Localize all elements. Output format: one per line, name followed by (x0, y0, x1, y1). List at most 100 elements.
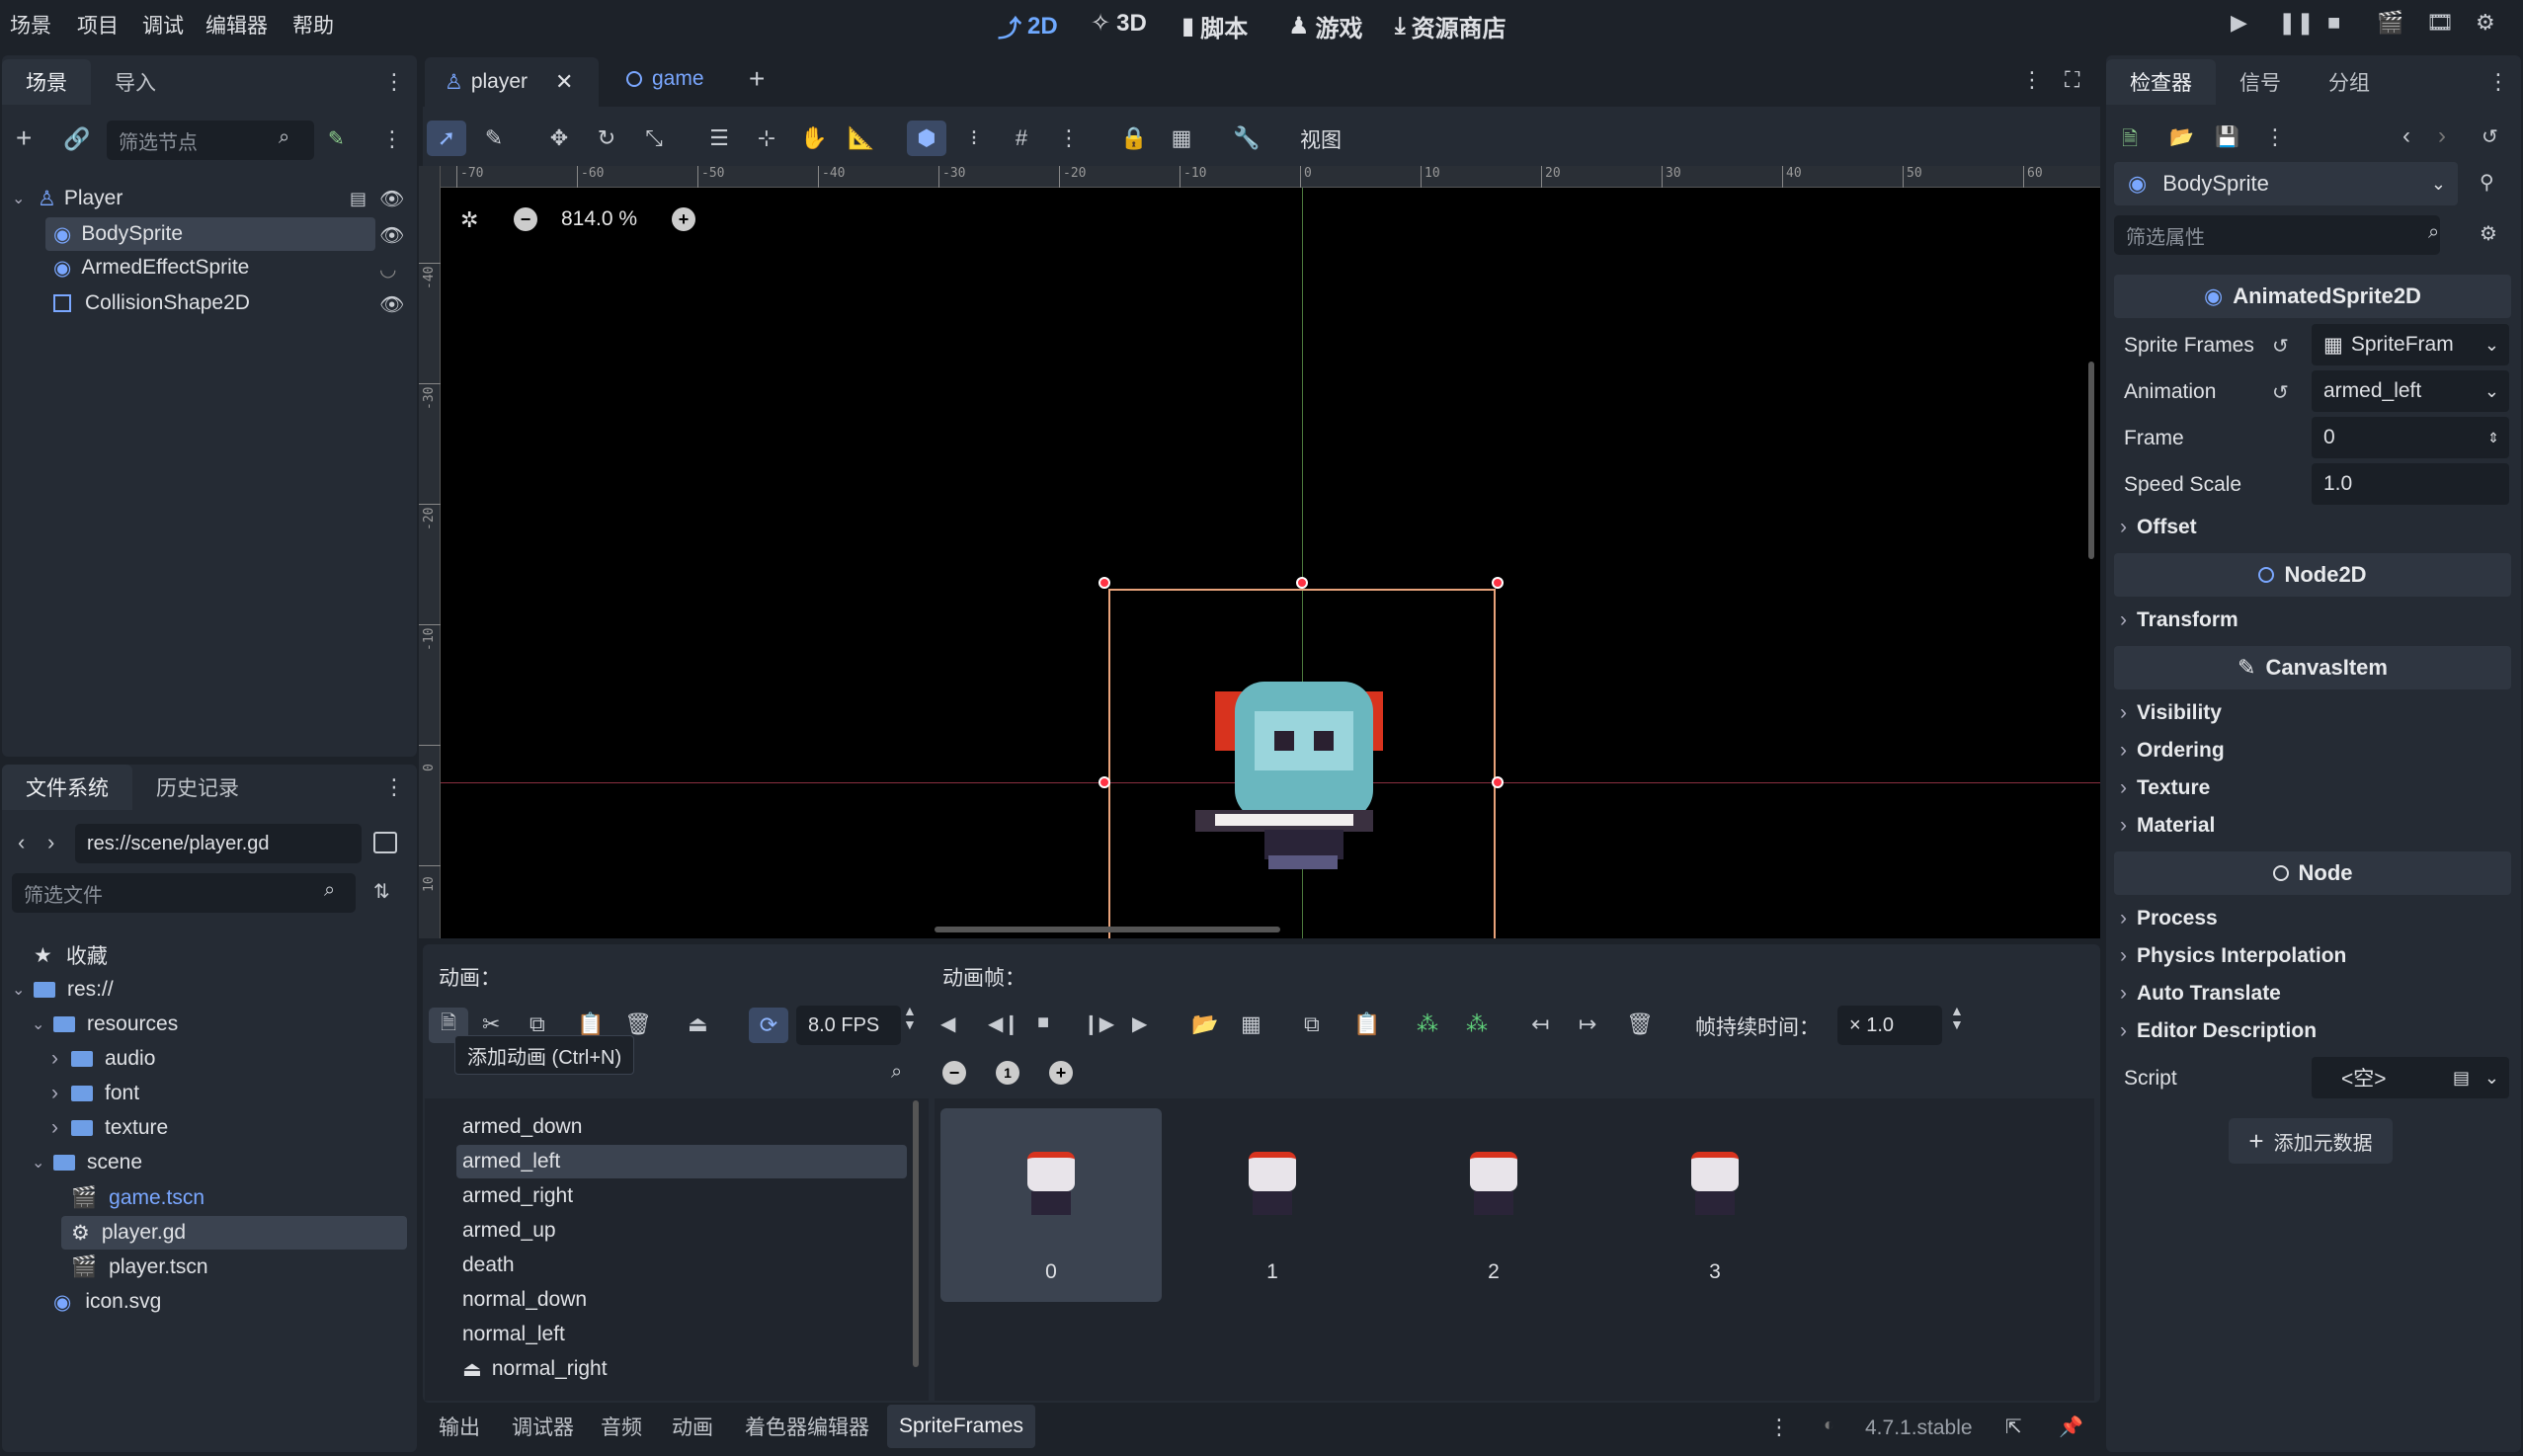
more-icon[interactable]: ⋮ (2264, 124, 2286, 150)
mode-game-button[interactable]: ♟ 游戏 (1288, 9, 1363, 43)
select-tool-icon[interactable]: ➚ (427, 121, 466, 156)
animation-item[interactable]: armed_right (456, 1179, 907, 1213)
bottom-tab-animation[interactable]: 动画 (660, 1405, 725, 1448)
fs-folder-scene[interactable]: ⌄ scene (32, 1146, 142, 1179)
group-texture[interactable]: Texture (2120, 776, 2210, 800)
pause-icon[interactable]: ❚❚ (2278, 10, 2315, 36)
node-selector[interactable]: ◉ BodySprite ⌄ (2114, 162, 2458, 205)
visibility-hidden-icon[interactable]: ◡ (379, 257, 396, 282)
list-scrollbar[interactable] (913, 1100, 919, 1367)
paste-icon[interactable]: 📋 (577, 1011, 604, 1037)
delete-frame-icon[interactable]: 🗑 (1626, 1011, 1654, 1037)
spritesheet-icon[interactable]: ▦ (1241, 1011, 1262, 1037)
mode-3d-button[interactable]: ✧ 3D (1091, 9, 1147, 38)
frame-tile[interactable]: 1 (1162, 1108, 1383, 1302)
animation-item[interactable]: death (456, 1249, 907, 1282)
group-physics-interpolation[interactable]: Physics Interpolation (2120, 944, 2346, 968)
mode-assetlib-button[interactable]: ⤓ 资源商店 (1395, 9, 1506, 43)
sprite-frames-field[interactable]: ▦ SpriteFram ⌄ (2312, 324, 2509, 365)
frame-tile[interactable]: 3 (1604, 1108, 1826, 1302)
group-auto-translate[interactable]: Auto Translate (2120, 982, 2281, 1006)
bottom-tab-debugger[interactable]: 调试器 (500, 1405, 586, 1448)
play-scene-icon[interactable]: 🎬 (2377, 10, 2403, 36)
tab-scene[interactable]: 场景 (2, 59, 91, 105)
object-properties-icon[interactable]: ⚲ (2480, 170, 2494, 195)
delete-icon[interactable]: 🗑 (624, 1011, 652, 1037)
visibility-eye-icon[interactable]: 👁 (379, 223, 404, 248)
load-resource-icon[interactable]: 📂 (2169, 124, 2194, 149)
next-frame-icon[interactable]: ❙▶ (1083, 1011, 1114, 1036)
more-icon[interactable]: ⋮ (381, 126, 403, 152)
fs-file-player-tscn[interactable]: 🎬 player.tscn (71, 1251, 208, 1284)
new-resource-icon[interactable]: 🗎 (2122, 124, 2138, 158)
loop-icon[interactable]: ⟳ (749, 1008, 788, 1043)
stop-icon[interactable]: ■ (1037, 1011, 1049, 1034)
bone-icon[interactable]: 🔧 (1227, 121, 1266, 156)
animation-item[interactable]: normal_down (456, 1283, 907, 1317)
group-offset[interactable]: Offset (2120, 516, 2197, 539)
add-tab-icon[interactable]: + (749, 63, 765, 95)
tab-filesystem[interactable]: 文件系统 (2, 765, 132, 810)
tab-game[interactable]: game (626, 67, 704, 91)
insert-before-icon[interactable]: ⁂ (1417, 1011, 1438, 1037)
forward-icon[interactable]: › (47, 830, 54, 855)
attach-script-icon[interactable]: ✎ (328, 126, 345, 151)
copy-frame-icon[interactable]: ⧉ (1304, 1011, 1320, 1037)
snap-options-icon[interactable]: ⁝ (954, 121, 994, 156)
smart-snap-icon[interactable]: ⬢ (907, 121, 946, 156)
rotate-tool-icon[interactable]: ↻ (587, 121, 626, 156)
tab-player[interactable]: ♙ player ✕ (425, 57, 599, 107)
play-custom-icon[interactable]: 🎞 (2426, 10, 2454, 36)
animation-item[interactable]: armed_down (456, 1110, 907, 1144)
bottom-tab-output[interactable]: 输出 (427, 1405, 492, 1448)
fs-folder-resources[interactable]: ⌄ resources (32, 1008, 178, 1041)
ruler-tool-icon[interactable]: 📐 (842, 121, 881, 156)
tab-group[interactable]: 分组 (2305, 59, 2394, 105)
group-icon[interactable]: ▦ (1162, 121, 1201, 156)
play-icon[interactable]: ▶ (2231, 10, 2247, 36)
filter-animations-input[interactable] (429, 1057, 923, 1096)
first-frame-icon[interactable]: ◀ (940, 1011, 955, 1036)
bottom-tab-spriteframes[interactable]: SpriteFrames (887, 1405, 1036, 1448)
link-icon[interactable]: 🔗 (63, 126, 90, 152)
frame-tile[interactable]: 2 (1383, 1108, 1604, 1302)
dock-menu-icon[interactable]: ⋮ (2487, 69, 2509, 95)
group-transform[interactable]: Transform (2120, 608, 2238, 632)
lock-icon[interactable]: 🔒 (1114, 121, 1154, 156)
fs-file-player-gd[interactable]: ⚙ player.gd (61, 1216, 407, 1250)
speed-scale-field[interactable]: 1.0 (2312, 463, 2509, 505)
close-icon[interactable]: ✕ (555, 69, 573, 95)
view-menu[interactable]: 视图 (1300, 124, 1342, 154)
frame-tile-selected[interactable]: 0 (940, 1108, 1162, 1302)
move-tool-icon[interactable]: ✥ (539, 121, 579, 156)
animation-item[interactable]: normal_left (456, 1318, 907, 1351)
menu-scene[interactable]: 场景 (10, 10, 51, 40)
paint-tool-icon[interactable]: ✎ (474, 121, 514, 156)
group-ordering[interactable]: Ordering (2120, 739, 2225, 763)
more-icon[interactable]: ⋮ (2021, 67, 2043, 93)
group-visibility[interactable]: Visibility (2120, 701, 2222, 725)
group-process[interactable]: Process (2120, 907, 2218, 930)
back-icon[interactable]: ‹ (18, 830, 25, 855)
canvas-viewport[interactable] (441, 188, 2100, 938)
visibility-eye-icon[interactable]: 👁 (379, 292, 404, 317)
animation-item[interactable]: armed_up (456, 1214, 907, 1248)
fs-file-game-tscn[interactable]: 🎬 game.tscn (71, 1181, 204, 1215)
resize-handle[interactable] (1099, 577, 1110, 589)
back-icon[interactable]: ‹ (2402, 122, 2410, 150)
pivot-tool-icon[interactable]: ⊹ (747, 121, 786, 156)
menu-help[interactable]: 帮助 (292, 10, 334, 40)
tree-node-armedeffectsprite[interactable]: ◉ ArmedEffectSprite (45, 251, 401, 284)
tab-signal[interactable]: 信号 (2216, 59, 2305, 105)
mode-2d-button[interactable]: ⤴ 2D (998, 9, 1058, 43)
script-icon[interactable]: ▤ (350, 189, 366, 209)
menu-editor[interactable]: 编辑器 (205, 10, 268, 40)
more-icon[interactable]: ⋮ (1049, 121, 1089, 156)
h-scrollbar[interactable] (935, 927, 1280, 932)
move-right-icon[interactable]: ↦ (1579, 1011, 1596, 1037)
v-scrollbar[interactable] (2088, 362, 2094, 559)
copy-icon[interactable]: ⧉ (529, 1011, 545, 1037)
zoom-reset-icon[interactable]: 1 (996, 1061, 1019, 1085)
autoplay-icon[interactable]: ⏏ (688, 1011, 708, 1037)
revert-icon[interactable]: ↺ (2272, 380, 2289, 405)
